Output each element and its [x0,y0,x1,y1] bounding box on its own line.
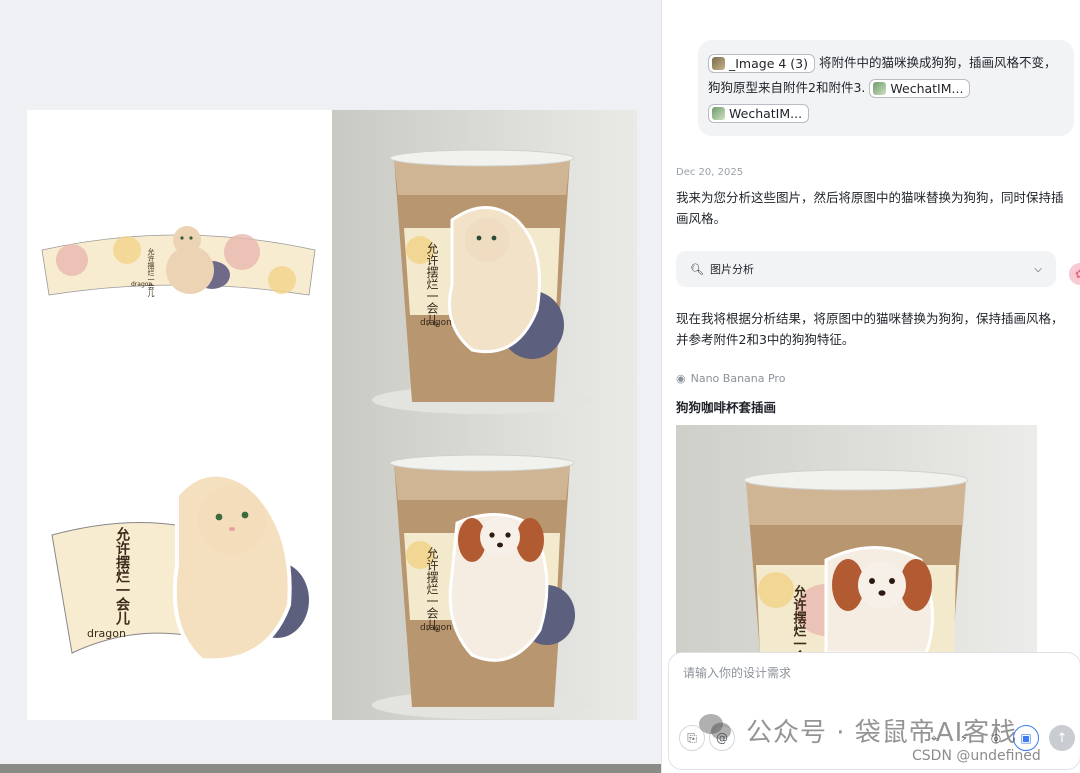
sleeve-large-cat: 允许摆烂一会儿 dragon [27,415,332,720]
message-date: Dec 20, 2025 [676,167,744,178]
model-indicator: ◉ Nano Banana Pro [676,372,785,385]
cup-photo-cat-illustration: 允许摆烂一会儿 dragon [372,149,592,414]
analysis-label: 图片分析 [709,263,754,276]
image-analysis-collapsible[interactable]: 🔍︎ 图片分析 ⌵ [676,251,1056,287]
generated-image-illustration: 允许摆烂一会儿 [743,469,969,653]
generated-slogan: 允许摆烂一会儿 [791,584,808,653]
cup-cat-brand: dragon [420,318,452,328]
design-input[interactable]: 请输入你的设计需求 [683,664,791,681]
image-thumbnail-icon [712,57,725,70]
sleeve-flat-brand: dragon [131,281,152,288]
assistant-reply-2: 现在我将根据分析结果，将原图中的猫咪替换为狗狗，保持插画风格，并参考附件2和3中… [676,311,1064,347]
image-thumbnail-icon [873,82,887,95]
image-canvas[interactable]: 允许摆烂一会儿 dragon 允许摆烂一会儿 dragon 允许摆烂一会儿 dr… [0,0,660,773]
csdn-watermark: CSDN @undefined [912,748,1041,764]
send-button[interactable]: ↑ [1049,725,1075,751]
wechat-icon [699,714,731,740]
attachment-chip-label: _Image 4 (3) [729,56,809,71]
user-message-bubble: _Image 4 (3) 将附件中的猫咪换成狗狗，插画风格不变，狗狗原型来自附件… [698,40,1074,136]
attachment-chip-wechat-2[interactable]: WechatIM... [708,104,810,123]
image-grid: 允许摆烂一会儿 dragon 允许摆烂一会儿 dragon 允许摆烂一会儿 dr… [27,110,637,720]
cup-cat-slogan: 允许摆烂一会儿 [425,241,439,327]
sleeve-flat-cat-illustration: 允许摆烂一会儿 dragon [41,226,316,298]
cup-dog-brand: dragon [420,623,452,633]
chat-panel: _Image 4 (3) 将附件中的猫咪换成狗狗，插画风格不变，狗狗原型来自附件… [661,0,1080,773]
image-thumbnail-icon [712,107,725,120]
search-icon: 🔍︎ [690,262,704,276]
result-title: 狗狗咖啡杯套插画 [676,400,777,415]
cup-photo-cat: 允许摆烂一会儿 dragon [332,110,637,415]
sleeve-flat-slogan: 允许摆烂一会儿 [147,247,155,298]
cup-photo-dog-illustration: 允许摆烂一会儿 dragon [372,454,592,719]
model-name: Nano Banana Pro [690,372,786,385]
attachment-chip-label: WechatIM... [729,106,803,121]
sleeve-large-slogan: 允许摆烂一会儿 [114,526,131,626]
attachment-chip-wechat-1[interactable]: WechatIM... [869,79,971,98]
sleeve-large-brand: dragon [87,627,126,640]
generated-image[interactable]: 允许摆烂一会儿 [676,425,1037,653]
cup-photo-dog: 允许摆烂一会儿 dragon [332,415,637,720]
watermark-text: 公众号 · 袋鼠帝AI客栈 [746,718,1018,748]
assistant-reply-1: 我来为您分析这些图片，然后将原图中的猫咪替换为狗狗，同时保持插画风格。 [676,190,1064,226]
cup-dog-slogan: 允许摆烂一会儿 [425,546,439,632]
attachment-chip-image[interactable]: _Image 4 (3) [708,54,816,73]
attachment-chip-label: WechatIM... [890,81,964,96]
chevron-down-icon: ⌵ [1034,263,1042,275]
assistant-avatar-icon[interactable]: ✿ [1069,263,1080,285]
sleeve-large-cat-illustration: 允许摆烂一会儿 dragon [51,472,309,663]
eye-icon: ◉ [676,372,686,385]
sleeve-flat-cat: 允许摆烂一会儿 dragon [27,110,332,415]
